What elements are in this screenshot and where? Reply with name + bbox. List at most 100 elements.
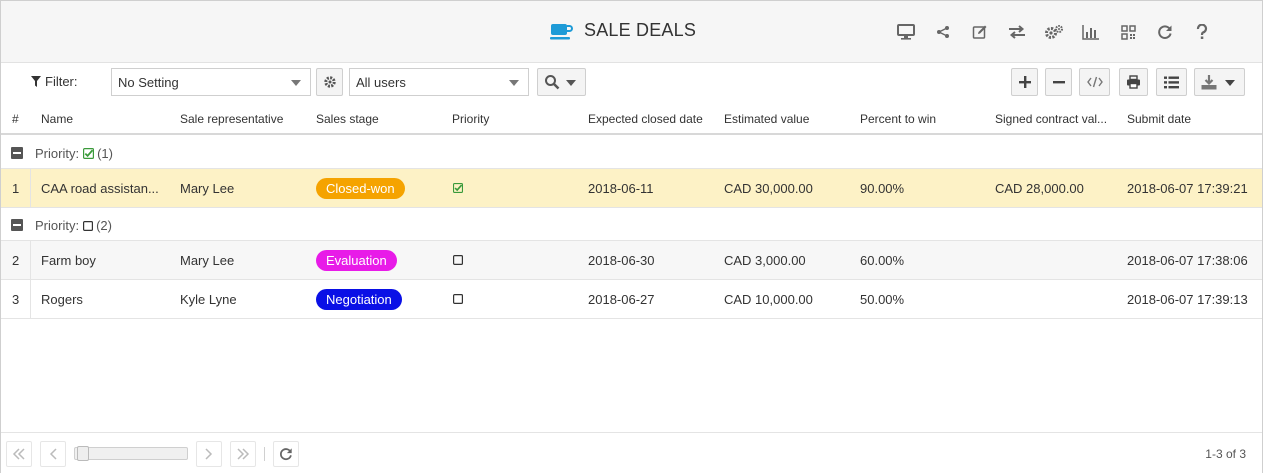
unchecked-checkbox-icon xyxy=(453,255,463,265)
percent-to-win: 90.00% xyxy=(860,181,905,196)
edit-icon[interactable] xyxy=(969,21,991,43)
page-slider-handle[interactable] xyxy=(77,446,89,461)
first-page-button[interactable] xyxy=(6,441,32,467)
table-row[interactable]: 2 Farm boy Mary Lee Evaluation 2018-06-3… xyxy=(1,241,1262,280)
row-number: 3 xyxy=(12,292,20,307)
embed-code-button[interactable] xyxy=(1079,68,1110,96)
coffee-cup-icon xyxy=(550,23,573,39)
chevron-left-icon xyxy=(49,448,57,460)
double-chevron-left-icon xyxy=(12,448,25,460)
qr-code-icon[interactable] xyxy=(1117,21,1139,43)
page-slider[interactable] xyxy=(74,446,188,461)
last-page-button[interactable] xyxy=(230,441,256,467)
list-view-button[interactable] xyxy=(1156,68,1187,96)
column-header-priority[interactable]: Priority xyxy=(452,112,489,126)
filter-toolbar: Filter: No Setting All users xyxy=(1,63,1262,101)
group-label-text: Priority: xyxy=(35,218,80,233)
monitor-icon[interactable] xyxy=(895,21,917,43)
reload-button[interactable] xyxy=(273,441,299,467)
deal-name: CAA road assistan... xyxy=(41,181,159,196)
sales-stage-badge: Evaluation xyxy=(316,250,397,271)
transfer-icon[interactable] xyxy=(1006,21,1028,43)
column-header-expected-closed-date[interactable]: Expected closed date xyxy=(588,112,703,126)
title-area: SALE DEALS xyxy=(550,20,696,41)
column-header-percent-to-win[interactable]: Percent to win xyxy=(860,112,936,126)
remove-button[interactable] xyxy=(1045,68,1072,96)
filter-icon xyxy=(31,76,41,87)
page-title: SALE DEALS xyxy=(584,20,697,40)
table-header: # Name Sale representative Sales stage P… xyxy=(1,102,1262,135)
column-header-sale-rep[interactable]: Sale representative xyxy=(180,112,283,126)
group-count: (1) xyxy=(97,146,113,161)
group-count: (2) xyxy=(96,218,112,233)
table-row[interactable]: 1 CAA road assistan... Mary Lee Closed-w… xyxy=(1,169,1262,208)
expected-closed-date: 2018-06-27 xyxy=(588,292,655,307)
settings-icon[interactable] xyxy=(1043,21,1065,43)
group-row-priority-checked: Priority: (1) xyxy=(1,136,1262,169)
submit-date: 2018-06-07 17:39:13 xyxy=(1127,292,1248,307)
column-header-number[interactable]: # xyxy=(12,112,19,126)
collapse-group-icon[interactable] xyxy=(11,219,23,231)
refresh-icon[interactable] xyxy=(1154,21,1176,43)
double-chevron-right-icon xyxy=(237,448,250,460)
filter-settings-button[interactable] xyxy=(316,68,343,96)
search-icon xyxy=(545,75,560,90)
previous-page-button[interactable] xyxy=(40,441,66,467)
chart-icon[interactable] xyxy=(1080,21,1102,43)
minus-icon xyxy=(1052,81,1065,84)
paging-separator xyxy=(264,447,265,461)
group-label: Priority: (1) xyxy=(35,146,113,161)
submit-date: 2018-06-07 17:38:06 xyxy=(1127,253,1248,268)
estimated-value: CAD 3,000.00 xyxy=(724,253,806,268)
chevron-down-icon xyxy=(509,80,519,86)
sale-rep: Kyle Lyne xyxy=(180,292,237,307)
column-header-name[interactable]: Name xyxy=(41,112,73,126)
print-button[interactable] xyxy=(1119,68,1148,96)
column-header-signed-contract-value[interactable]: Signed contract val... xyxy=(995,112,1107,126)
filter-label-text: Filter: xyxy=(45,74,78,89)
expected-closed-date: 2018-06-11 xyxy=(588,181,654,196)
gear-icon xyxy=(323,76,336,88)
filter-setting-select[interactable]: No Setting xyxy=(111,68,311,96)
next-page-button[interactable] xyxy=(196,441,222,467)
printer-icon xyxy=(1127,75,1140,89)
users-select[interactable]: All users xyxy=(349,68,529,96)
filter-label: Filter: xyxy=(31,74,78,89)
add-button[interactable] xyxy=(1011,68,1038,96)
search-button[interactable] xyxy=(537,68,586,96)
column-header-estimated-value[interactable]: Estimated value xyxy=(724,112,809,126)
chevron-down-icon xyxy=(566,80,576,86)
checked-checkbox-icon xyxy=(83,148,95,159)
filter-setting-value: No Setting xyxy=(118,74,179,90)
group-label: Priority: (2) xyxy=(35,218,112,233)
refresh-icon xyxy=(280,448,292,461)
checked-checkbox-icon xyxy=(453,183,463,193)
submit-date: 2018-06-07 17:39:21 xyxy=(1127,181,1248,196)
collapse-group-icon[interactable] xyxy=(11,147,23,159)
users-select-value: All users xyxy=(356,74,406,90)
deal-name: Farm boy xyxy=(41,253,96,268)
table-row[interactable]: 3 Rogers Kyle Lyne Negotiation 2018-06-2… xyxy=(1,280,1262,319)
estimated-value: CAD 30,000.00 xyxy=(724,181,813,196)
list-icon xyxy=(1164,76,1179,88)
column-header-submit-date[interactable]: Submit date xyxy=(1127,112,1191,126)
help-icon[interactable] xyxy=(1191,21,1213,43)
chevron-right-icon xyxy=(205,448,213,460)
code-icon xyxy=(1086,76,1103,88)
share-icon[interactable] xyxy=(932,21,954,43)
header-toolbar xyxy=(895,21,1228,43)
expected-closed-date: 2018-06-30 xyxy=(588,253,655,268)
chevron-down-icon xyxy=(1225,80,1235,86)
download-icon xyxy=(1201,74,1217,89)
group-label-text: Priority: xyxy=(35,146,80,161)
sale-deals-app: SALE DEALS Filter: No Setting All users … xyxy=(0,0,1263,473)
column-header-sales-stage[interactable]: Sales stage xyxy=(316,112,379,126)
row-number: 1 xyxy=(12,181,20,196)
unchecked-checkbox-icon xyxy=(453,294,463,304)
paging-toolbar: 1-3 of 3 xyxy=(1,432,1262,473)
unchecked-checkbox-icon xyxy=(83,220,94,231)
export-button[interactable] xyxy=(1194,68,1245,96)
sales-stage-badge: Negotiation xyxy=(316,289,402,310)
sale-rep: Mary Lee xyxy=(180,253,235,268)
estimated-value: CAD 10,000.00 xyxy=(724,292,813,307)
